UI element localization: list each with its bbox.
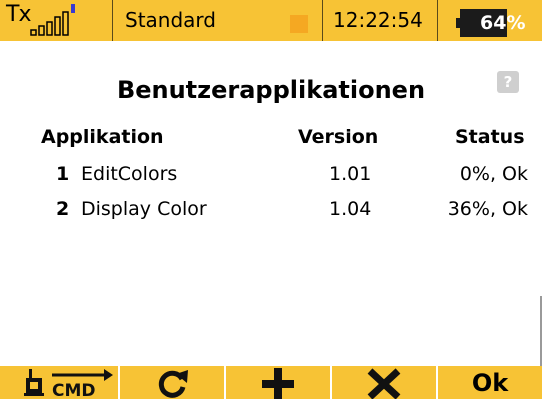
app-number: 2: [56, 198, 70, 220]
model-name[interactable]: Standard: [125, 6, 216, 34]
page-title: Benutzerapplikationen: [116, 76, 426, 104]
app-row[interactable]: 2 Display Color 1.04 36%, Ok: [0, 196, 542, 230]
help-icon[interactable]: ?: [497, 71, 519, 93]
divider: [322, 0, 323, 41]
app-status: 36%, Ok: [447, 198, 528, 220]
divider: [112, 0, 113, 41]
delete-icon: [367, 368, 401, 400]
app-name: Display Color: [81, 198, 207, 220]
transmitter-cmd-icon: CMD: [24, 369, 113, 401]
battery-indicator: 64%: [456, 9, 534, 37]
cmd-label: CMD: [52, 381, 96, 399]
cmd-button[interactable]: CMD: [0, 366, 118, 401]
ok-label: Ok: [471, 369, 509, 397]
refresh-icon: [158, 370, 188, 398]
ok-button[interactable]: Ok: [438, 366, 542, 399]
clock: 12:22:54: [333, 8, 423, 32]
delete-button[interactable]: [332, 366, 436, 400]
app-number: 1: [56, 163, 70, 185]
app-name: EditColors: [81, 163, 178, 185]
column-header-version: Version: [298, 126, 379, 148]
column-header-app: Applikation: [41, 126, 164, 148]
bottom-toolbar: CMD Ok: [0, 366, 542, 401]
status-bar: Tx Standard 12:22:54 64%: [0, 0, 542, 41]
app-version: 1.04: [329, 198, 372, 220]
battery-percent: 64%: [480, 12, 526, 34]
column-header-status: Status: [455, 126, 525, 148]
model-color-square: [290, 15, 308, 33]
divider: [437, 0, 438, 41]
refresh-button[interactable]: [120, 366, 224, 399]
add-icon: [262, 368, 294, 399]
app-row[interactable]: 1 EditColors 1.01 0%, Ok: [0, 161, 542, 195]
add-button[interactable]: [226, 366, 330, 399]
app-status: 0%, Ok: [459, 163, 528, 185]
signal-strength-icon: [30, 4, 75, 36]
app-version: 1.01: [329, 163, 372, 185]
